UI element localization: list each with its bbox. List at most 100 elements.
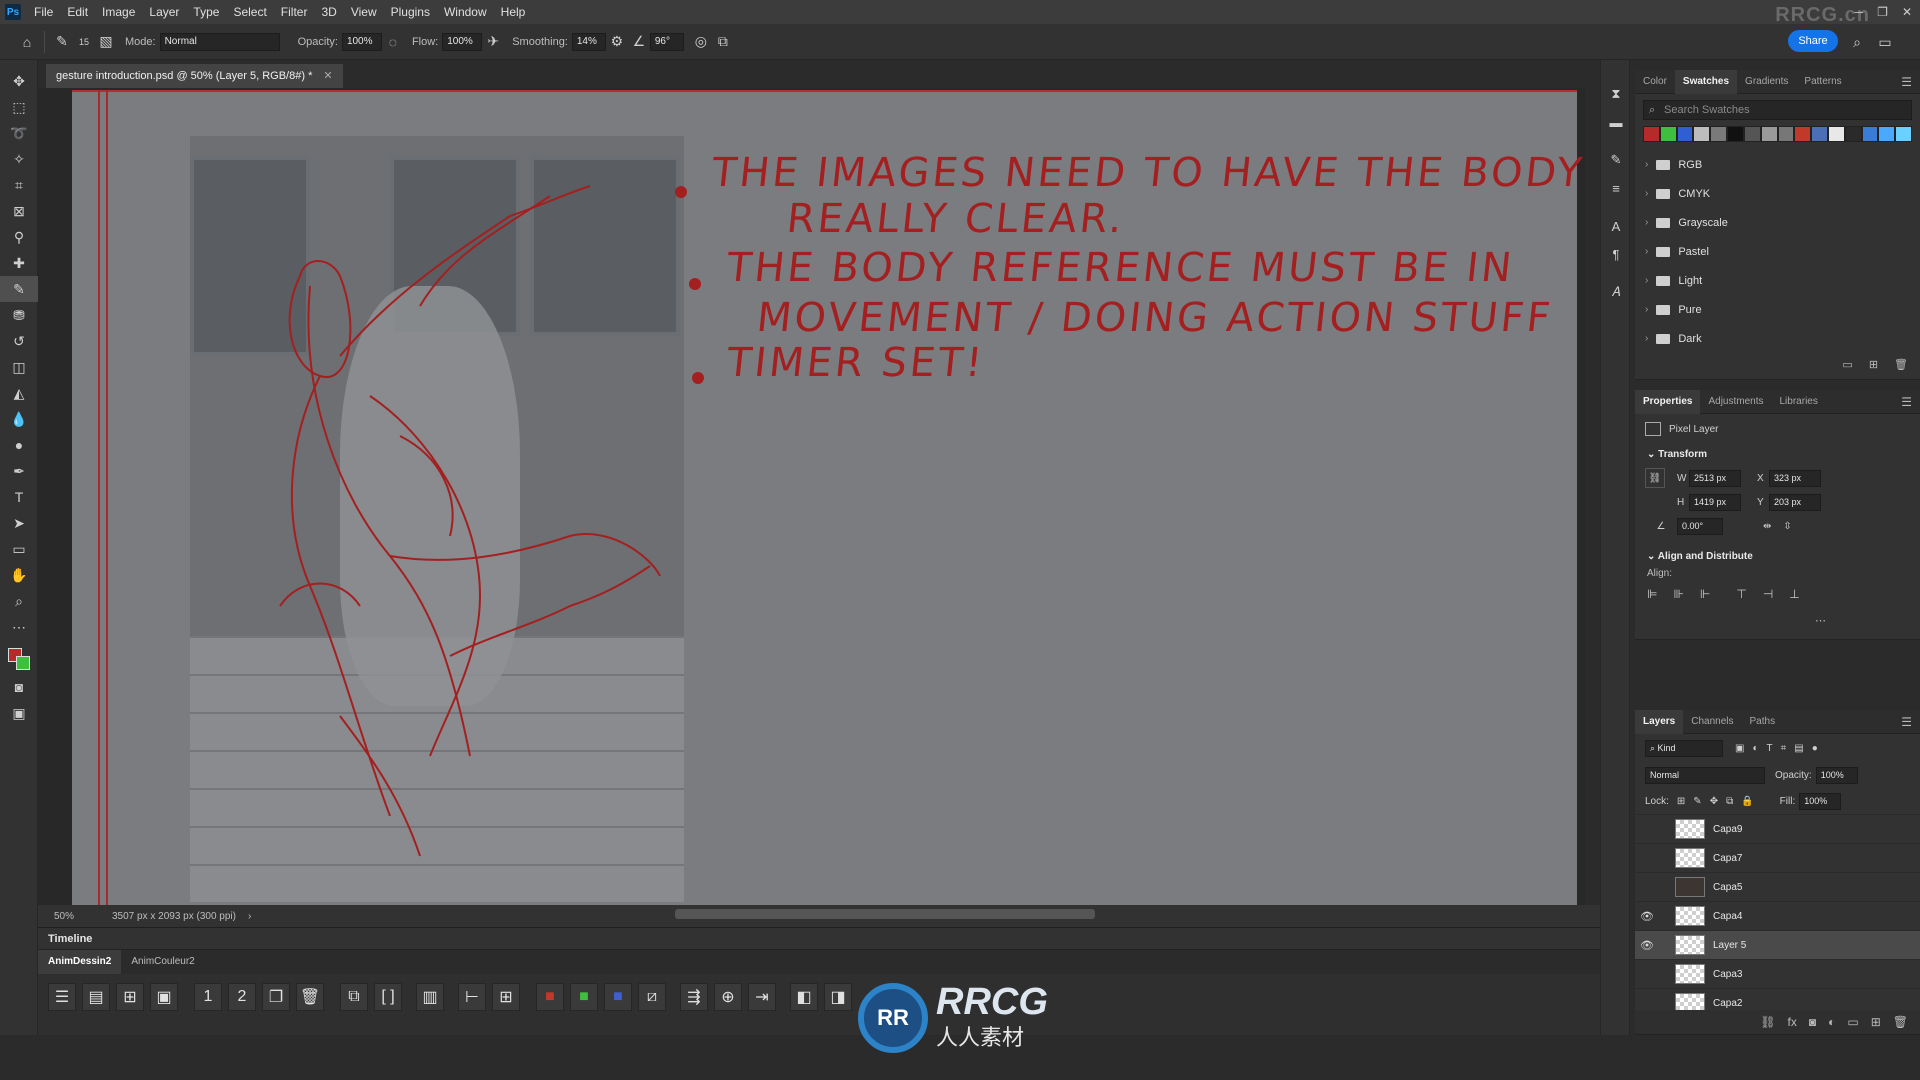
blur-tool-icon[interactable]: 💧 (0, 406, 38, 432)
tab-patterns[interactable]: Patterns (1796, 70, 1849, 94)
search-icon[interactable]: ⌕ (1846, 31, 1868, 53)
glyphs-icon[interactable]: 𝐴 (1601, 278, 1631, 306)
tab-gradients[interactable]: Gradients (1737, 70, 1796, 94)
align-middle-v-icon[interactable]: ⊣ (1763, 587, 1773, 601)
menu-file[interactable]: File (27, 0, 60, 24)
more-options-icon[interactable]: ⋯ (1815, 614, 1826, 627)
menu-help[interactable]: Help (494, 0, 533, 24)
color-swatch[interactable] (1794, 126, 1812, 142)
lasso-tool-icon[interactable]: ➰ (0, 120, 38, 146)
new-swatch-icon[interactable]: ⊞ (1869, 358, 1878, 371)
filter-smart-object-icon[interactable]: ▤ (1794, 743, 1803, 754)
tab-paths[interactable]: Paths (1742, 710, 1784, 734)
delete-icon[interactable]: 🗑 (296, 983, 324, 1011)
export-icon[interactable]: ⇥ (748, 983, 776, 1011)
color-swatch[interactable] (1659, 126, 1677, 142)
magic-wand-tool-icon[interactable]: ✧ (0, 146, 38, 172)
dodge-tool-icon[interactable]: ● (0, 432, 38, 458)
chevron-right-icon[interactable]: › (248, 911, 251, 922)
zoom-level[interactable]: 50% (54, 911, 104, 922)
filter-toggle-icon[interactable]: ● (1812, 743, 1818, 754)
sequence-icon[interactable]: ⇶ (680, 983, 708, 1011)
bracket-icon[interactable]: [ ] (374, 983, 402, 1011)
hand-tool-icon[interactable]: ✋ (0, 562, 38, 588)
brush-tool-icon[interactable]: ✎ (51, 31, 73, 53)
tab-properties[interactable]: Properties (1635, 389, 1701, 414)
brushes-icon[interactable]: ✎ (1601, 146, 1631, 174)
tab-swatches[interactable]: Swatches (1674, 69, 1738, 94)
move-tool-icon[interactable]: ✥ (0, 68, 38, 94)
tab-channels[interactable]: Channels (1683, 710, 1741, 734)
folder-film-icon[interactable]: ▥ (416, 983, 444, 1011)
menu-3d[interactable]: 3D (314, 0, 343, 24)
timeline-tab-animdessin2[interactable]: AnimDessin2 (38, 950, 122, 974)
menu-select[interactable]: Select (226, 0, 273, 24)
blue-square-icon[interactable]: ■ (604, 983, 632, 1011)
workspace-icon[interactable]: ▭ (1874, 31, 1896, 53)
brush-preset-picker[interactable]: 15 (73, 31, 95, 53)
color-swatch[interactable] (1811, 126, 1828, 142)
link-layers-icon[interactable]: ⛓ (1760, 1015, 1775, 1029)
brush-settings-icon[interactable]: ▧ (95, 31, 117, 53)
film-icon[interactable]: ▤ (82, 983, 110, 1011)
flip-horizontal-icon[interactable]: ⇹ (1763, 521, 1771, 532)
color-swatch[interactable] (1676, 126, 1694, 142)
flow-input[interactable]: 100% (442, 32, 483, 51)
grid-icon[interactable]: ⊞ (116, 983, 144, 1011)
tab-libraries[interactable]: Libraries (1772, 390, 1826, 414)
color-swatch[interactable] (1743, 126, 1761, 142)
path-selection-tool-icon[interactable]: ➤ (0, 510, 38, 536)
link-icon[interactable]: ⛓ (1645, 468, 1665, 488)
delete-layer-icon[interactable]: 🗑 (1893, 1015, 1908, 1029)
brush-angle-input[interactable]: 96° (649, 32, 684, 51)
frame-2-icon[interactable]: 2 (228, 983, 256, 1011)
trash-icon[interactable]: 🗑 (1894, 358, 1908, 371)
pressure-size-icon[interactable]: ◎ (690, 31, 712, 53)
comments-icon[interactable]: ▬ (1601, 108, 1631, 136)
canvas-area[interactable]: THE IMAGES NEED TO HAVE THE BODY REALLY … (38, 88, 1585, 905)
marquee-tool-icon[interactable]: ⬚ (0, 94, 38, 120)
menu-filter[interactable]: Filter (274, 0, 315, 24)
layer-opacity-input[interactable]: 100% (1815, 766, 1858, 784)
no-color-icon[interactable]: ⧄ (638, 983, 666, 1011)
new-group-icon[interactable]: ▭ (1847, 1015, 1858, 1029)
new-timeline-icon[interactable]: ☰ (48, 983, 76, 1011)
layer-row[interactable]: Capa5 (1635, 872, 1920, 901)
screen-mode-icon[interactable]: ▣ (0, 700, 38, 726)
pen-tool-icon[interactable]: ✒ (0, 458, 38, 484)
align-center-h-icon[interactable]: ⊪ (1673, 587, 1683, 601)
filter-type-icon[interactable]: T (1767, 743, 1773, 754)
extend-icon[interactable]: ⊞ (492, 983, 520, 1011)
brush-tool-icon[interactable]: ✎ (0, 276, 38, 302)
more-tools-icon[interactable]: ⋯ (0, 614, 38, 640)
menu-image[interactable]: Image (95, 0, 142, 24)
menu-window[interactable]: Window (437, 0, 494, 24)
swatch-group-rgb[interactable]: › RGB (1635, 150, 1920, 179)
opacity-input[interactable]: 100% (341, 32, 382, 51)
eraser-tool-icon[interactable]: ◫ (0, 354, 38, 380)
y-input[interactable]: 203 px (1769, 493, 1821, 511)
tab-color[interactable]: Color (1635, 70, 1675, 94)
close-icon[interactable]: ✕ (1902, 0, 1912, 24)
menu-type[interactable]: Type (186, 0, 226, 24)
crop-tool-icon[interactable]: ⌗ (0, 172, 38, 198)
filter-pixel-icon[interactable]: ▣ (1735, 743, 1744, 754)
layer-row[interactable]: 👁 Layer 5 (1635, 930, 1920, 959)
color-swatch[interactable] (1878, 126, 1896, 142)
background-color-swatch[interactable] (16, 656, 30, 670)
fx-icon[interactable]: fx (1788, 1015, 1797, 1029)
menu-layer[interactable]: Layer (142, 0, 186, 24)
adjust-icon[interactable]: ≡ (1601, 174, 1631, 202)
horizontal-scrollbar[interactable] (675, 909, 1095, 919)
smoothing-input[interactable]: 14% (571, 32, 606, 51)
quick-mask-icon[interactable]: ◙ (0, 674, 38, 700)
paragraph-icon[interactable]: ¶ (1601, 240, 1631, 268)
panel-menu-icon[interactable]: ☰ (1901, 395, 1912, 409)
airbrush-icon[interactable]: ✈ (482, 31, 504, 53)
new-layer-icon[interactable]: ⊞ (1871, 1015, 1881, 1029)
character-icon[interactable]: A (1601, 212, 1631, 240)
add-mask-icon[interactable]: ◙ (1809, 1015, 1816, 1029)
align-right-icon[interactable]: ⊩ (1700, 587, 1710, 601)
paint-bucket-tool-icon[interactable]: ◭ (0, 380, 38, 406)
color-swatch[interactable] (1643, 126, 1660, 142)
